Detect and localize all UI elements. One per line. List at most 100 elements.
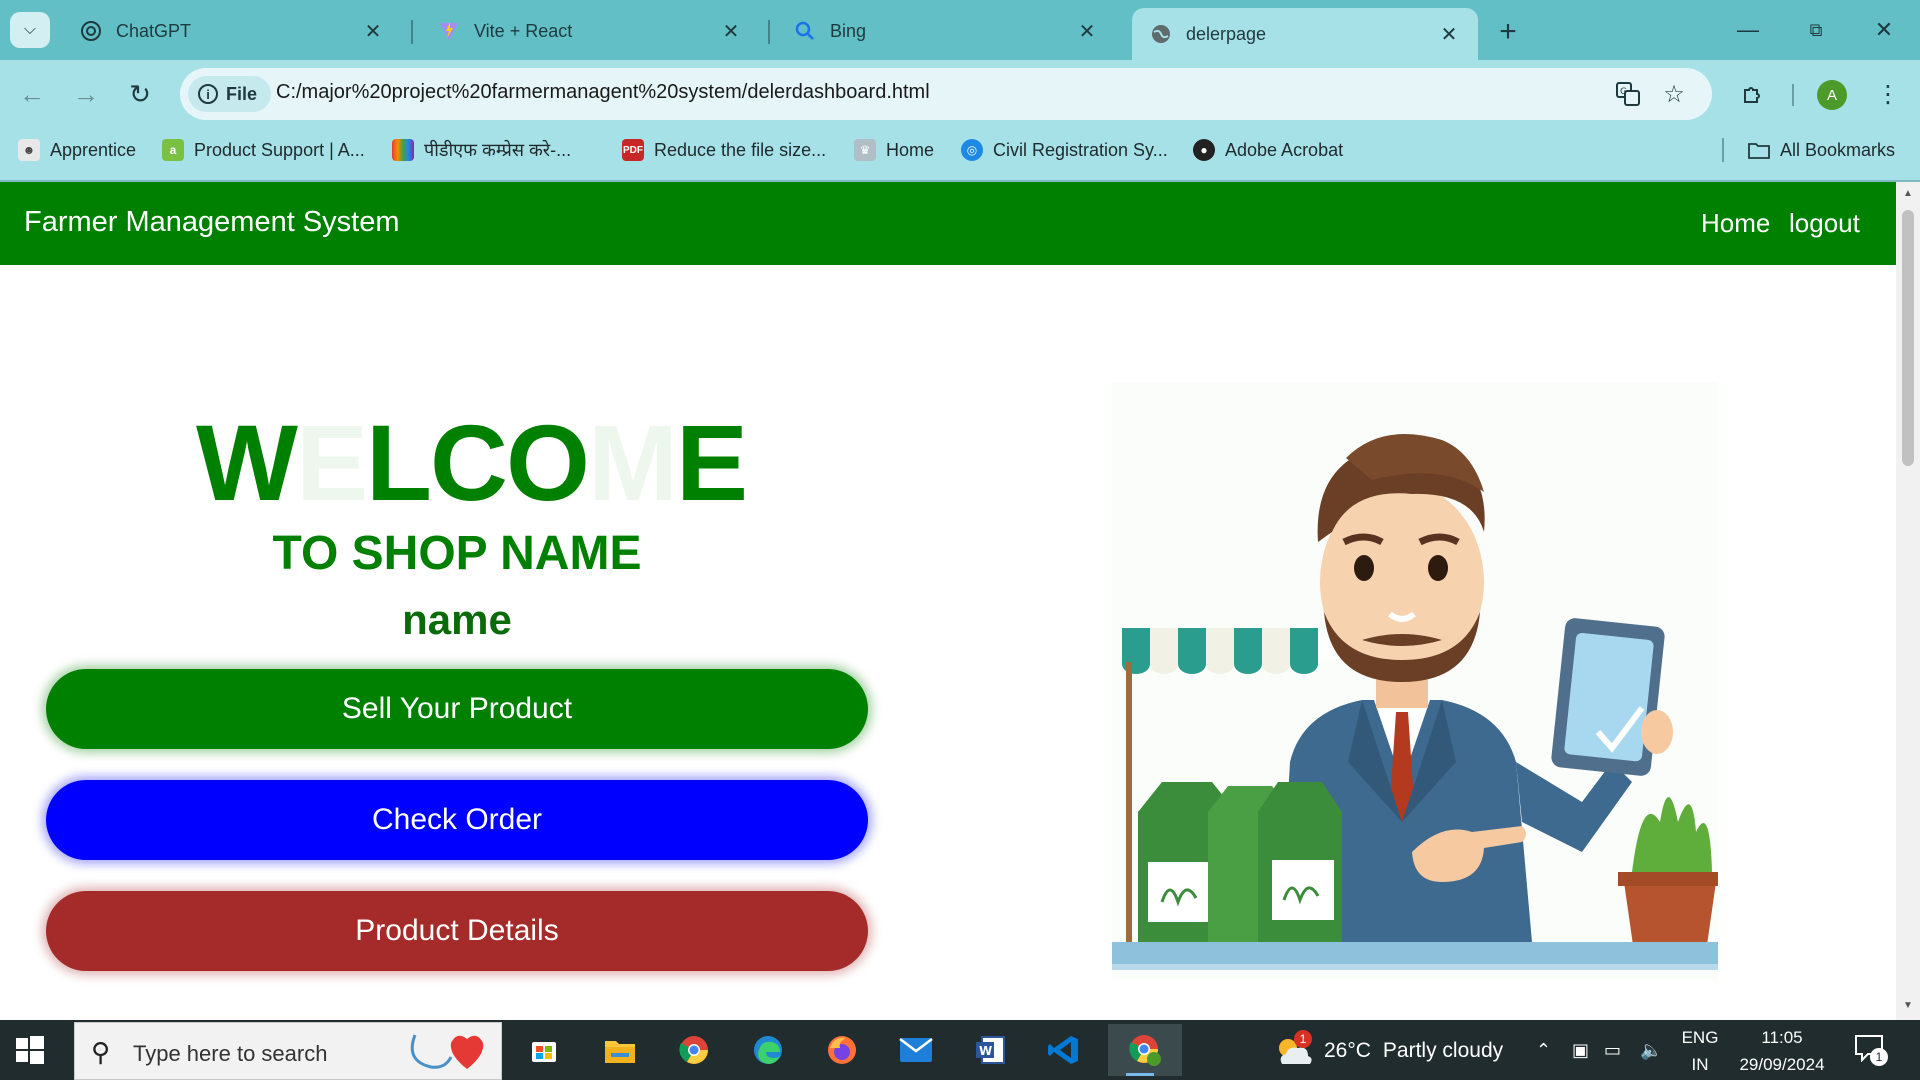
svg-text:W: W [979, 1044, 992, 1058]
minimize-button[interactable]: — [1720, 8, 1776, 52]
search-icon: ⚲ [91, 1037, 111, 1067]
scroll-up-icon[interactable]: ▲ [1902, 188, 1914, 200]
chrome-icon[interactable] [662, 1024, 726, 1076]
bookmark-label: Civil Registration Sy... [993, 139, 1168, 160]
welcome-letter: O [505, 402, 590, 523]
tab-delerpage[interactable]: delerpage ✕ [1132, 8, 1478, 60]
notification-center-button[interactable]: 1 [1854, 1034, 1890, 1068]
more-menu-icon[interactable]: ⋮ [1868, 74, 1908, 114]
chrome-profile-icon[interactable] [1108, 1024, 1182, 1076]
bookmark-civil-registration[interactable]: ◎ Civil Registration Sy... [961, 136, 1168, 164]
speaker-icon[interactable]: 🔈 [1640, 1040, 1662, 1061]
nav-home-link[interactable]: Home [1701, 208, 1770, 239]
clock[interactable]: 11:05 29/09/2024 [1732, 1024, 1832, 1078]
taskbar-search-box[interactable]: ⚲ Type here to search [74, 1022, 502, 1080]
potted-plant [1618, 797, 1718, 952]
info-icon: i [198, 84, 218, 104]
brand-title[interactable]: Farmer Management System [24, 206, 400, 239]
bookmark-label: All Bookmarks [1780, 139, 1896, 160]
browser-toolbar: ← → ↻ i File C:/major%20project%20farmer… [0, 60, 1920, 128]
bookmark-pdf-compress-hindi[interactable]: पीडीएफ कम्प्रेस करे-... [392, 136, 571, 164]
word-icon[interactable]: W [958, 1024, 1022, 1076]
bookmark-product-support[interactable]: a Product Support | A... [162, 136, 365, 164]
weather-widget[interactable]: 1 26°C Partly cloudy [1274, 1030, 1503, 1068]
welcome-letter: M [587, 402, 678, 523]
tab-chatgpt[interactable]: ChatGPT ✕ [62, 10, 402, 52]
close-icon[interactable]: ✕ [1076, 20, 1098, 43]
restore-button[interactable]: ⧉ [1788, 8, 1844, 52]
scroll-down-icon[interactable]: ▼ [1902, 1000, 1914, 1012]
welcome-letter: E [295, 402, 368, 523]
tab-title: Vite + React [474, 20, 573, 41]
reload-button[interactable]: ↻ [120, 74, 160, 114]
new-tab-button[interactable]: + [1490, 14, 1526, 50]
nav-logout-link[interactable]: logout [1789, 208, 1860, 239]
language-indicator[interactable]: ENG IN [1680, 1024, 1720, 1078]
openai-icon [80, 20, 102, 42]
close-icon[interactable]: ✕ [362, 20, 384, 43]
bookmark-label: Reduce the file size... [654, 139, 827, 160]
profile-avatar[interactable]: A [1817, 80, 1847, 110]
bing-search-icon [794, 20, 816, 42]
person-icon: ☻ [18, 139, 40, 161]
site-info-label: File [226, 83, 258, 104]
weather-badge: 1 [1294, 1030, 1312, 1048]
bookmark-label: पीडीएफ कम्प्रेस करे-... [424, 140, 572, 160]
vscode-icon[interactable] [1032, 1024, 1096, 1076]
shop-subtitle: TO SHOP NAME [272, 527, 642, 580]
close-icon[interactable]: ✕ [720, 20, 742, 43]
file-explorer-icon[interactable] [588, 1024, 652, 1076]
close-icon[interactable]: ✕ [1438, 23, 1460, 46]
url-text[interactable]: C:/major%20project%20farmermanagent%20sy… [276, 81, 930, 104]
tab-divider [411, 20, 413, 44]
arrow-right-icon: → [73, 78, 99, 109]
meet-now-icon[interactable]: ▣ [1572, 1040, 1589, 1061]
translate-icon[interactable]: G [1612, 78, 1644, 110]
bookmark-reduce-file-size[interactable]: PDF Reduce the file size... [622, 136, 826, 164]
windows-start-icon[interactable] [14, 1034, 46, 1066]
restore-icon: ⧉ [1809, 19, 1823, 40]
tab-divider [768, 20, 770, 44]
product-details-button[interactable]: Product Details [46, 891, 868, 971]
back-button[interactable]: ← [12, 74, 52, 114]
svg-text:G: G [1620, 87, 1627, 97]
language-code: ENG [1681, 1028, 1719, 1047]
sell-product-button[interactable]: Sell Your Product [46, 669, 868, 749]
chevron-down-icon: ⌵ [23, 21, 37, 38]
shop-name: name [402, 596, 512, 643]
vite-icon [438, 20, 460, 42]
colorful-grid-icon [392, 139, 414, 161]
bookmark-star-icon[interactable]: ☆ [1658, 78, 1690, 110]
counter-edge [1112, 964, 1718, 970]
site-info-chip[interactable]: i File [188, 76, 272, 112]
forward-button[interactable]: → [66, 74, 106, 114]
mail-icon[interactable] [884, 1024, 948, 1076]
extensions-icon[interactable] [1733, 74, 1773, 114]
all-bookmarks-folder[interactable]: All Bookmarks [1748, 136, 1895, 164]
plus-icon: + [1499, 15, 1517, 48]
bookmark-home[interactable]: ♛ Home [854, 136, 934, 164]
tab-search-button[interactable]: ⌵ [10, 12, 50, 48]
edge-icon[interactable] [736, 1024, 800, 1076]
battery-icon[interactable]: ▭ [1604, 1040, 1621, 1061]
check-order-button[interactable]: Check Order [46, 780, 868, 860]
scroll-thumb[interactable] [1902, 210, 1914, 466]
close-window-button[interactable]: ✕ [1856, 8, 1912, 52]
close-icon: ✕ [1874, 17, 1894, 42]
page-scrollbar[interactable]: ▲ ▼ [1896, 182, 1920, 1020]
folder-icon [1748, 139, 1770, 161]
pdf-icon: PDF [622, 139, 644, 161]
shop-counter [1112, 942, 1718, 964]
minimize-icon: — [1737, 17, 1759, 42]
firefox-icon[interactable] [810, 1024, 874, 1076]
bookmarks-divider [1722, 138, 1724, 162]
tab-vite-react[interactable]: Vite + React ✕ [420, 10, 760, 52]
bookmark-adobe-acrobat[interactable]: ● Adobe Acrobat [1193, 136, 1343, 164]
chevron-up-icon[interactable]: ⌃ [1536, 1040, 1551, 1061]
microsoft-store-icon[interactable] [512, 1024, 576, 1076]
search-placeholder: Type here to search [133, 1041, 328, 1066]
bookmark-apprentice[interactable]: ☻ Apprentice [18, 136, 136, 164]
address-bar[interactable]: i File C:/major%20project%20farmermanage… [180, 68, 1712, 120]
globe-icon: ◎ [961, 139, 983, 161]
tab-bing[interactable]: Bing ✕ [776, 10, 1116, 52]
